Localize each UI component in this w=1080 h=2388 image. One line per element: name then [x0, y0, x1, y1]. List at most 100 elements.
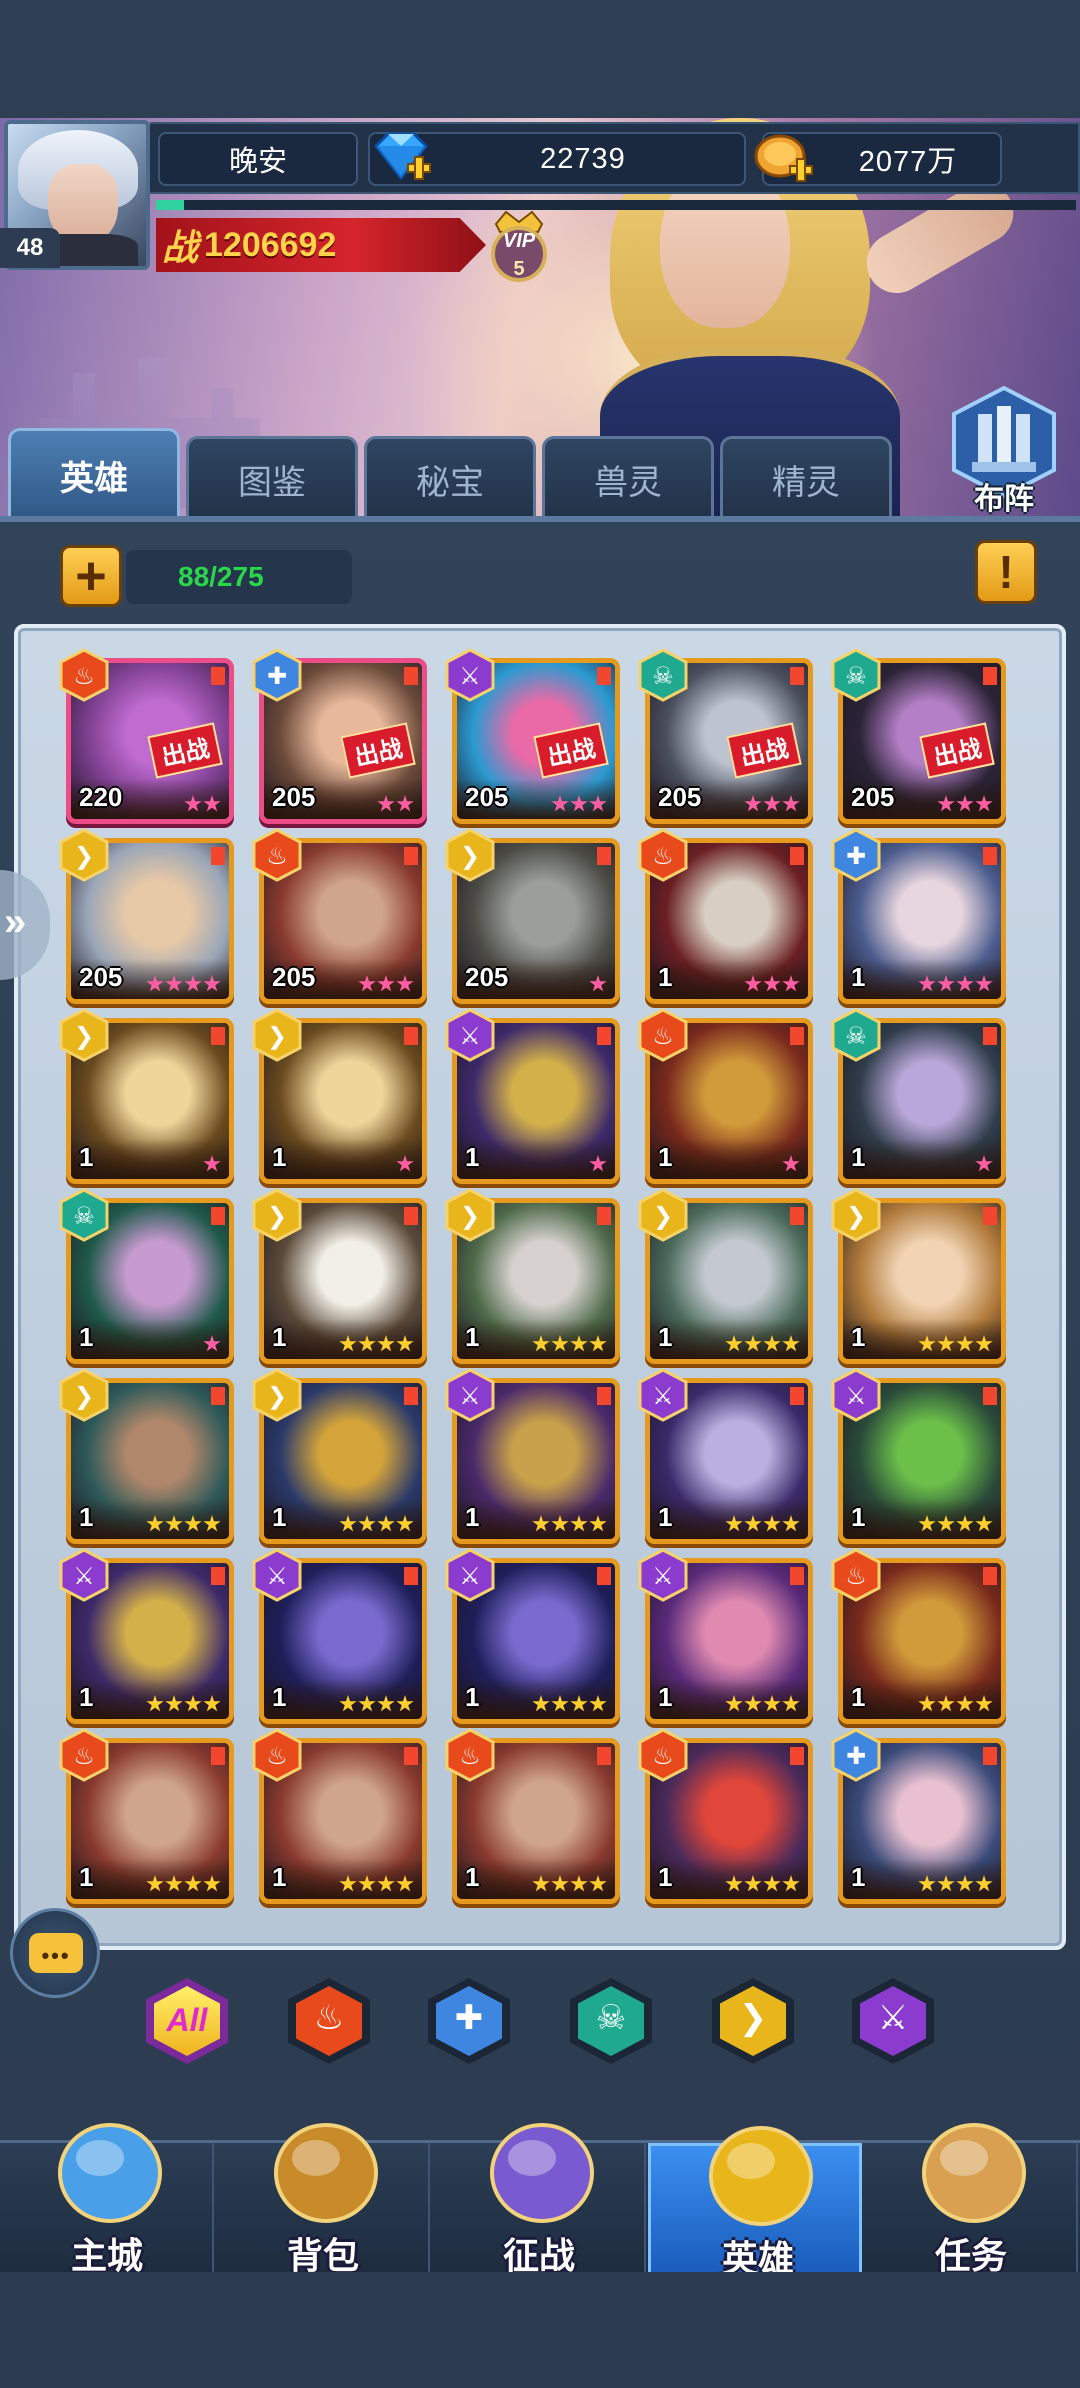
hero-card[interactable]: 1 ❯: [252, 1368, 427, 1544]
hero-card[interactable]: 205 出战 ☠: [638, 648, 813, 824]
star-icon: [203, 795, 221, 812]
tab-treasure[interactable]: 秘宝: [364, 436, 536, 520]
vip-badge[interactable]: VIP 5: [486, 206, 552, 286]
hero-stars: [339, 1695, 414, 1713]
gold-counter[interactable]: 2077万: [754, 132, 1002, 186]
star-icon: [358, 1875, 376, 1892]
gem-counter[interactable]: 22739: [368, 132, 746, 186]
star-icon: [396, 1515, 414, 1532]
hero-level: 220: [79, 782, 123, 812]
hero-card[interactable]: 1 ⚔: [445, 1368, 620, 1544]
info-button[interactable]: !: [975, 540, 1037, 604]
tab-codex[interactable]: 图鉴: [186, 436, 358, 520]
hero-level: 1: [79, 1322, 94, 1352]
hero-card[interactable]: 1 ⚔: [445, 1548, 620, 1724]
star-icon: [339, 1515, 357, 1532]
hero-card[interactable]: 1 ❯: [252, 1008, 427, 1184]
tab-heroes[interactable]: 英雄: [8, 428, 180, 520]
filter-water-button[interactable]: ✚: [428, 1978, 510, 2064]
hero-stars: [918, 1875, 993, 1893]
nav-treasure-chest[interactable]: 背包: [216, 2123, 430, 2276]
hero-stars: [377, 795, 414, 813]
hero-card[interactable]: 205 出战 ⚔: [445, 648, 620, 824]
hero-card[interactable]: 1 ⚔: [831, 1368, 1006, 1544]
bookmark-icon: [211, 1207, 225, 1225]
filter-dark-button[interactable]: ⚔: [852, 1978, 934, 2064]
tab-beast-spirit[interactable]: 兽灵: [542, 436, 714, 520]
filter-fire-button[interactable]: ♨: [288, 1978, 370, 2064]
star-icon: [184, 975, 202, 992]
bookmark-icon: [211, 1567, 225, 1585]
filter-undead-button[interactable]: ☠: [570, 1978, 652, 2064]
bookmark-icon: [597, 1027, 611, 1045]
hero-card[interactable]: 220 出战 ♨: [59, 648, 234, 824]
star-icon: [377, 1515, 395, 1532]
hero-card[interactable]: 205 出战 ☠: [831, 648, 1006, 824]
hero-card[interactable]: 1 ❯: [252, 1188, 427, 1364]
svg-text:✚: ✚: [846, 1742, 866, 1770]
nav-scroll[interactable]: 任务: [864, 2123, 1078, 2276]
hero-card[interactable]: 1 ♨: [59, 1728, 234, 1904]
star-icon: [165, 975, 183, 992]
hero-card[interactable]: 1 ⚔: [638, 1548, 813, 1724]
star-icon: [918, 975, 936, 992]
filter-light-button[interactable]: ❯: [712, 1978, 794, 2064]
star-icon: [396, 1875, 414, 1892]
hero-card[interactable]: 1 ☠: [59, 1188, 234, 1364]
hero-card[interactable]: 1 ✚: [831, 828, 1006, 1004]
bookmark-icon: [597, 1387, 611, 1405]
hero-card[interactable]: 1 ⚔: [445, 1008, 620, 1184]
bookmark-icon: [983, 1567, 997, 1585]
hero-card[interactable]: 1 ♨: [638, 1728, 813, 1904]
hero-card[interactable]: 1 ❯: [638, 1188, 813, 1364]
hero-card[interactable]: 1 ⚔: [638, 1368, 813, 1544]
hero-stars: [146, 1875, 221, 1893]
scroll-icon: [922, 2123, 1026, 2223]
hero-card[interactable]: 1 ♨: [638, 1008, 813, 1184]
cross-icon: ✚: [831, 1728, 881, 1782]
expand-capacity-button[interactable]: +: [60, 545, 122, 607]
hero-list-panel[interactable]: 220 出战 ♨ 205 出战 ✚ 205 出战 ⚔ 205 出战 ☠ 205 出战 ☠ 205 ❯ 205 ♨ 20…: [14, 624, 1066, 1950]
hero-card[interactable]: 205 ❯: [59, 828, 234, 1004]
svg-text:☠: ☠: [845, 1022, 867, 1050]
hero-card[interactable]: 1 ♨: [831, 1548, 1006, 1724]
hero-stars: [782, 1155, 800, 1173]
hero-card[interactable]: 1 ❯: [445, 1188, 620, 1364]
hero-card[interactable]: 1 ⚔: [59, 1548, 234, 1724]
nav-golden-helmet[interactable]: 英雄: [648, 2126, 862, 2279]
hero-card[interactable]: 205 出战 ✚: [252, 648, 427, 824]
tab-elf[interactable]: 精灵: [720, 436, 892, 520]
hero-card[interactable]: 1 ❯: [831, 1188, 1006, 1364]
star-icon: [937, 975, 955, 992]
star-icon: [358, 1515, 376, 1532]
resource-bar: 晚安 22739 2077万: [150, 122, 1080, 194]
hero-level: 1: [272, 1502, 287, 1532]
hero-card[interactable]: 205 ♨: [252, 828, 427, 1004]
hero-card[interactable]: 1 ⚔: [252, 1548, 427, 1724]
hero-level: 1: [465, 1862, 480, 1892]
hero-card[interactable]: 1 ❯: [59, 1368, 234, 1544]
filter-all-button[interactable]: All: [146, 1978, 228, 2064]
hero-stars: [918, 1695, 993, 1713]
treasure-chest-icon: [274, 2123, 378, 2223]
bookmark-icon: [211, 667, 225, 685]
bookmark-icon: [790, 1747, 804, 1765]
player-name[interactable]: 晚安: [158, 132, 358, 186]
nav-castle[interactable]: 主城: [0, 2123, 214, 2276]
hero-level: 1: [658, 1142, 673, 1172]
hero-stars: [937, 795, 993, 813]
castle-icon: [58, 2123, 162, 2223]
nav-dragon-portal[interactable]: 征战: [432, 2123, 646, 2276]
hero-card[interactable]: 1 ♨: [252, 1728, 427, 1904]
hero-card[interactable]: 1 ♨: [638, 828, 813, 1004]
star-icon: [975, 795, 993, 812]
hero-level: 1: [851, 962, 866, 992]
hero-stars: [203, 1155, 221, 1173]
bookmark-icon: [790, 1207, 804, 1225]
hero-card[interactable]: 1 ♨: [445, 1728, 620, 1904]
hero-card[interactable]: 1 ✚: [831, 1728, 1006, 1904]
star-icon: [532, 1515, 550, 1532]
hero-card[interactable]: 1 ❯: [59, 1008, 234, 1184]
hero-card[interactable]: 1 ☠: [831, 1008, 1006, 1184]
hero-card[interactable]: 205 ❯: [445, 828, 620, 1004]
